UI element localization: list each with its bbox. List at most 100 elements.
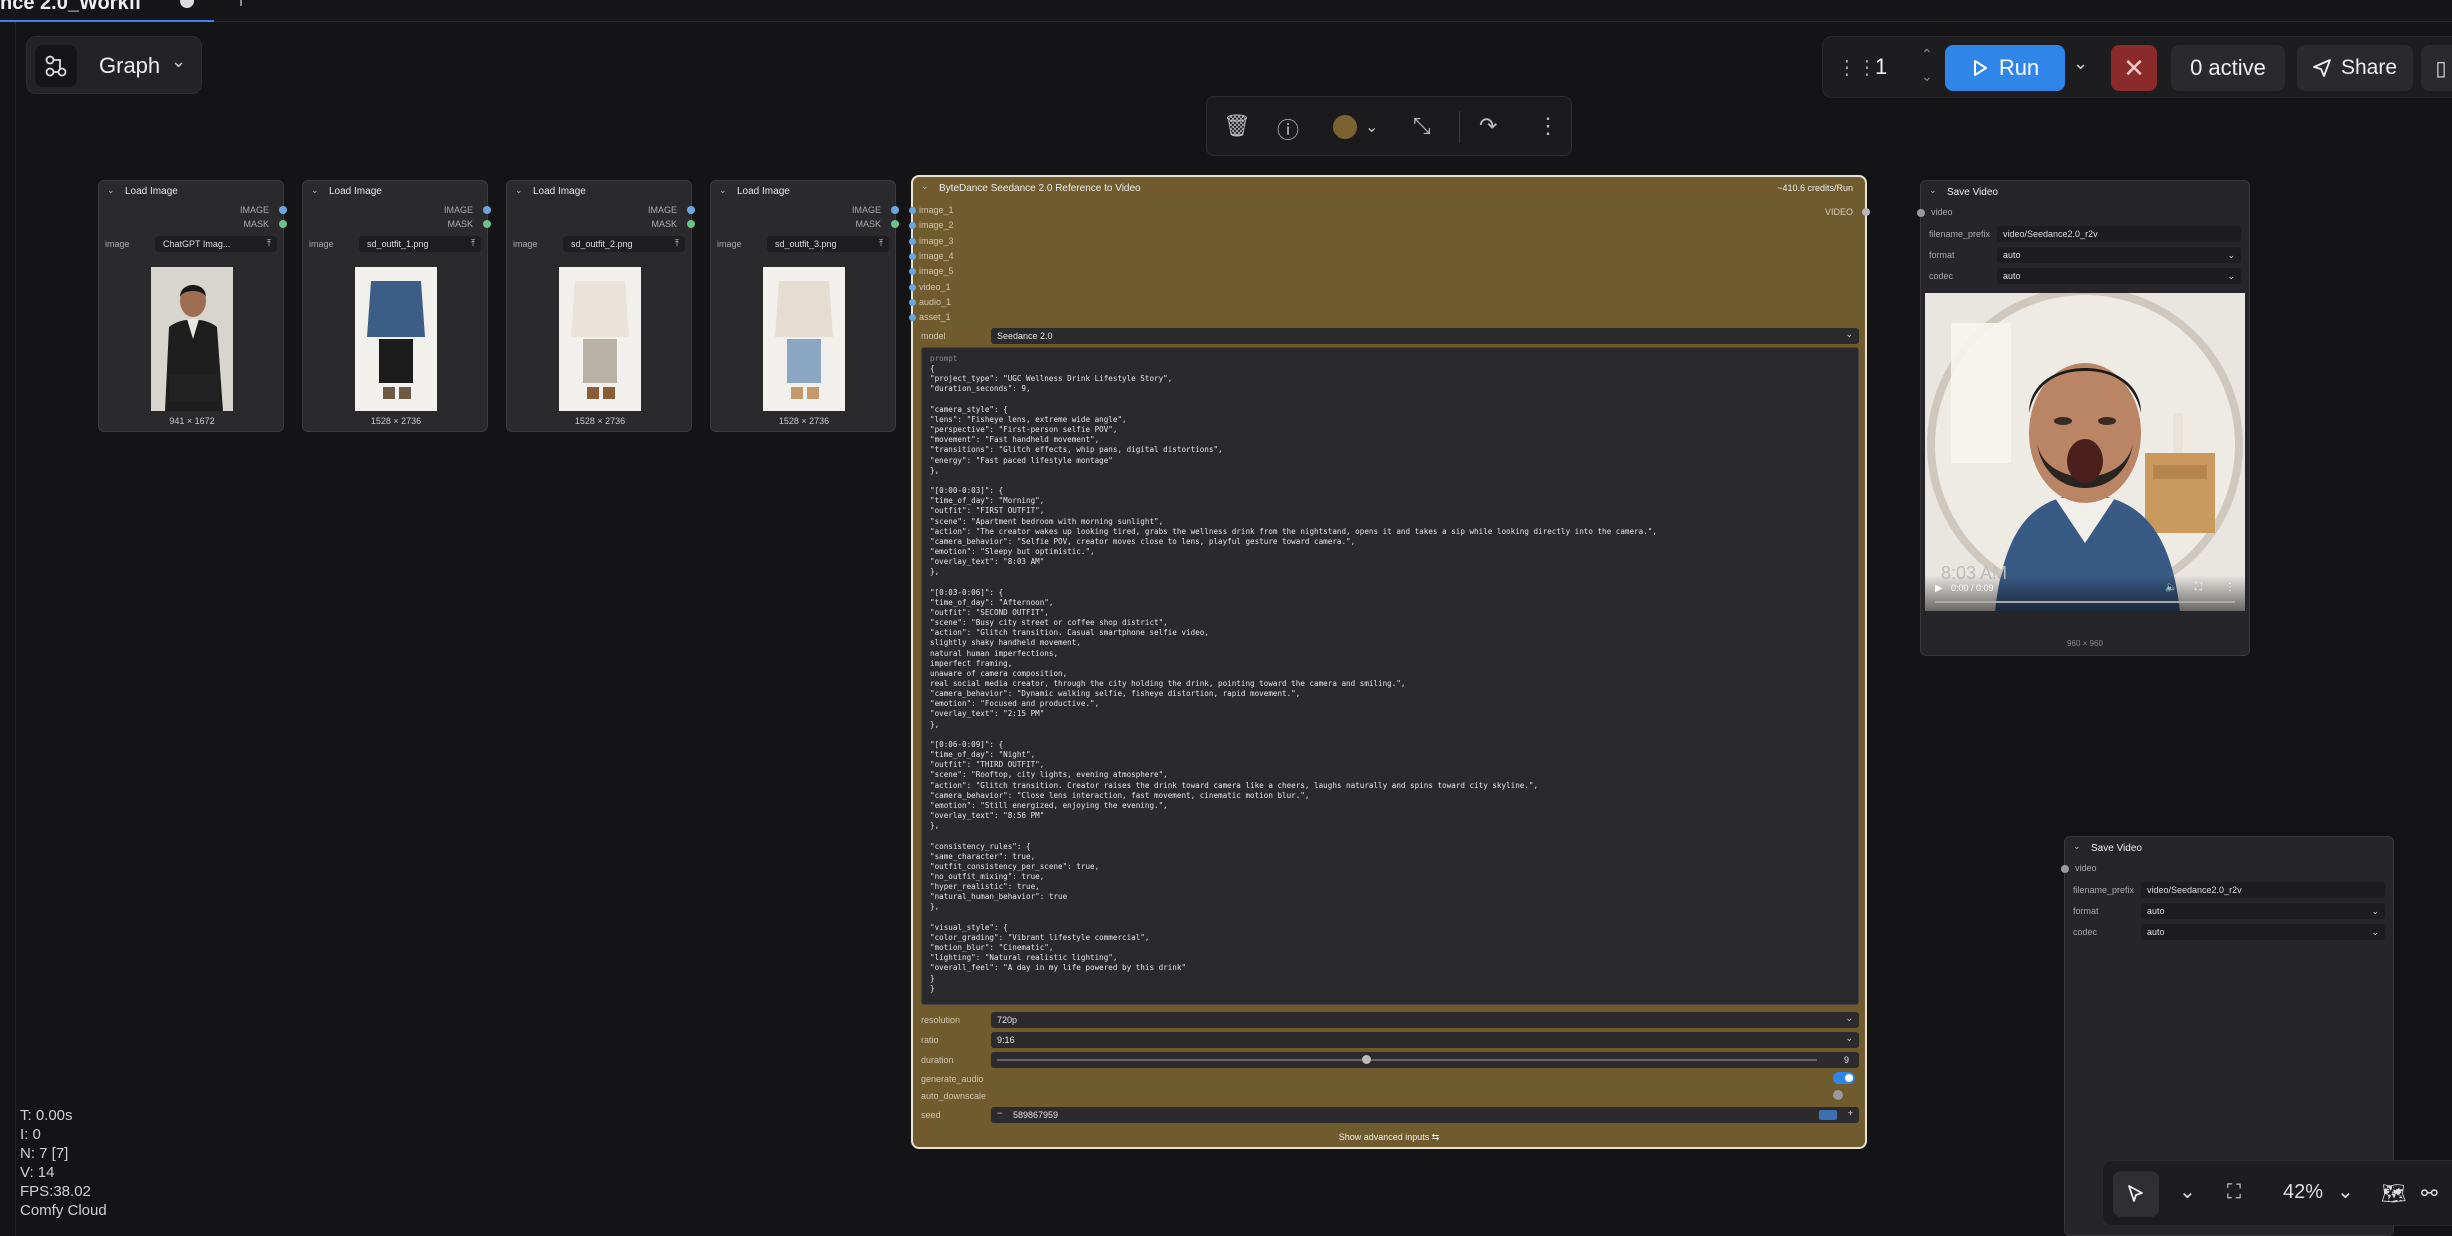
image-file-select[interactable]: sd_outfit_3.png ⤒ xyxy=(767,236,889,252)
load-image-node[interactable]: ⌄ Load Image IMAGE MASK image ChatGPT Im… xyxy=(98,180,287,432)
resolution-select[interactable]: 720p ⌄ xyxy=(991,1012,1859,1028)
share-button[interactable]: Share xyxy=(2297,45,2413,91)
trash-icon[interactable]: 🗑 xyxy=(1223,113,1251,139)
volume-icon[interactable]: 🔈 xyxy=(2165,582,2177,593)
input-slot[interactable] xyxy=(909,268,916,276)
output-image-slot[interactable] xyxy=(891,206,899,214)
upload-icon[interactable]: ⤒ xyxy=(675,238,679,249)
format-select[interactable]: auto ⌄ xyxy=(2141,903,2385,919)
more-icon[interactable]: ⋮ xyxy=(1537,113,1559,139)
info-icon[interactable]: ⓘ xyxy=(1277,113,1299,145)
chevron-down-icon: ⌄ xyxy=(1845,1013,1853,1023)
codec-select[interactable]: auto ⌄ xyxy=(2141,924,2385,940)
save-video-node[interactable]: ⌄ Save Video video filename_prefix video… xyxy=(1917,180,2250,656)
collapse-icon[interactable]: ⤡ xyxy=(1413,113,1431,139)
load-image-node[interactable]: ⌄ Load Image IMAGE MASK image sd_outfit_… xyxy=(302,180,491,432)
filename-prefix-input[interactable]: video/Seedance2.0_r2v xyxy=(2141,882,2385,898)
load-image-node[interactable]: ⌄ Load Image IMAGE MASK image sd_outfit_… xyxy=(506,180,695,432)
collapse-chevron-icon[interactable]: ⌄ xyxy=(515,185,523,196)
output-image-label: IMAGE xyxy=(443,205,473,215)
output-image-slot[interactable] xyxy=(483,206,491,214)
zoom-level[interactable]: 42% xyxy=(2283,1181,2323,1204)
fullscreen-icon[interactable]: ⛶ xyxy=(2195,582,2202,593)
input-slot[interactable] xyxy=(909,298,916,306)
collapse-chevron-icon[interactable]: ⌄ xyxy=(719,185,727,196)
active-queue-button[interactable]: 0 active xyxy=(2171,45,2285,91)
ratio-select[interactable]: 9:16 ⌄ xyxy=(991,1032,1859,1048)
color-swatch-icon[interactable] xyxy=(1333,115,1357,139)
collapse-chevron-icon[interactable]: ⌄ xyxy=(1929,185,1937,196)
cancel-button[interactable]: ✕ xyxy=(2111,45,2157,91)
collapse-chevron-icon[interactable]: ⌄ xyxy=(311,185,319,196)
play-icon[interactable]: ▶ xyxy=(1935,583,1943,594)
output-video-slot[interactable] xyxy=(1862,208,1870,216)
fit-view-icon[interactable]: ⛶ xyxy=(2227,1181,2241,1204)
generate-audio-toggle[interactable] xyxy=(1833,1072,1855,1084)
image-file-select[interactable]: sd_outfit_1.png ⤒ xyxy=(359,236,481,252)
batch-count-input[interactable]: 1 xyxy=(1875,54,1887,80)
collapse-chevron-icon[interactable]: ⌄ xyxy=(921,181,929,192)
graph-button[interactable]: Graph ⌄ xyxy=(26,36,202,94)
load-image-node[interactable]: ⌄ Load Image IMAGE MASK image sd_outfit_… xyxy=(710,180,899,432)
image-file-select[interactable]: ChatGPT Imag... ⤒ xyxy=(155,236,277,252)
more-icon[interactable]: ⋮ xyxy=(2225,582,2235,593)
filename-prefix-input[interactable]: video/Seedance2.0_r2v xyxy=(1997,226,2241,242)
seed-input[interactable]: − 589867959 + xyxy=(991,1107,1859,1123)
show-advanced-inputs-button[interactable]: Show advanced inputs ⇆ xyxy=(913,1132,1865,1143)
select-tool-button[interactable] xyxy=(2113,1171,2159,1217)
stepper-arrows-icon[interactable]: ⌃ ⌄ xyxy=(1921,43,1933,87)
output-mask-slot[interactable] xyxy=(891,220,899,228)
increment-icon[interactable]: + xyxy=(1848,1108,1853,1118)
minimap-icon[interactable]: 🗺 xyxy=(2381,1181,2406,1206)
input-video-slot[interactable] xyxy=(1917,209,1925,217)
input-slot-label: video_1 xyxy=(919,281,951,292)
prompt-textarea[interactable]: prompt { "project_type": "UGC Wellness D… xyxy=(921,347,1859,1005)
output-mask-slot[interactable] xyxy=(687,220,695,228)
chevron-down-icon: ⌄ xyxy=(1845,1033,1853,1043)
model-select[interactable]: Seedance 2.0 ⌄ xyxy=(991,328,1859,344)
bypass-icon[interactable]: ↷ xyxy=(1479,113,1497,139)
auto-downscale-label: auto_downscale xyxy=(921,1091,987,1101)
image-widget-label: image xyxy=(513,239,538,249)
run-button[interactable]: Run xyxy=(1945,45,2065,91)
randomize-icon[interactable] xyxy=(1819,1110,1837,1120)
seedance-node[interactable]: ⌄ ByteDance Seedance 2.0 Reference to Vi… xyxy=(909,175,1870,1149)
duration-slider[interactable]: 9 xyxy=(991,1052,1859,1068)
auto-downscale-toggle[interactable] xyxy=(1833,1090,1843,1100)
output-image-slot[interactable] xyxy=(279,206,287,214)
node-toolbar: 🗑 ⓘ ⌄ ⤡ ↷ ⋮ xyxy=(1206,96,1572,156)
collapse-chevron-icon[interactable]: ⌄ xyxy=(107,185,115,196)
upload-icon[interactable]: ⤒ xyxy=(879,238,883,249)
image-preview xyxy=(355,267,437,411)
player-time: 0:00 / 0:09 xyxy=(1951,583,1994,593)
panel-toggle-icon[interactable]: ▯ xyxy=(2421,45,2452,91)
upload-icon[interactable]: ⤒ xyxy=(471,238,475,249)
output-image-slot[interactable] xyxy=(687,206,695,214)
output-mask-slot[interactable] xyxy=(279,220,287,228)
input-slot[interactable] xyxy=(909,207,916,214)
input-slot[interactable] xyxy=(909,252,916,260)
slider-thumb[interactable] xyxy=(1362,1055,1371,1064)
output-image-label: IMAGE xyxy=(851,205,881,215)
input-slot[interactable] xyxy=(909,237,916,245)
link-visibility-icon[interactable]: ⚯ xyxy=(2421,1181,2438,1206)
input-slot[interactable] xyxy=(909,314,916,322)
decrement-icon[interactable]: − xyxy=(997,1108,1002,1118)
chevron-down-icon[interactable]: ⌄ xyxy=(2179,1179,2196,1204)
drag-handle-icon[interactable]: ⋮⋮ xyxy=(1837,55,1877,80)
collapse-chevron-icon[interactable]: ⌄ xyxy=(2073,841,2081,852)
codec-select[interactable]: auto ⌄ xyxy=(1997,268,2241,284)
video-preview[interactable]: 8:03 AM ▶ 0:00 / 0:09 🔈 ⛶ ⋮ xyxy=(1925,293,2245,611)
run-options-chevron-icon[interactable]: ⌄ xyxy=(2073,53,2088,74)
upload-icon[interactable]: ⤒ xyxy=(267,238,271,249)
format-select[interactable]: auto ⌄ xyxy=(1997,247,2241,263)
input-slot[interactable] xyxy=(909,283,916,291)
output-mask-slot[interactable] xyxy=(483,220,491,228)
chevron-down-icon[interactable]: ⌄ xyxy=(1365,117,1378,137)
input-slot[interactable] xyxy=(909,222,916,230)
progress-bar[interactable] xyxy=(1935,601,2235,603)
image-file-select[interactable]: sd_outfit_2.png ⤒ xyxy=(563,236,685,252)
send-icon xyxy=(2313,59,2331,77)
chevron-down-icon[interactable]: ⌄ xyxy=(2337,1179,2354,1204)
input-video-slot[interactable] xyxy=(2061,865,2069,873)
